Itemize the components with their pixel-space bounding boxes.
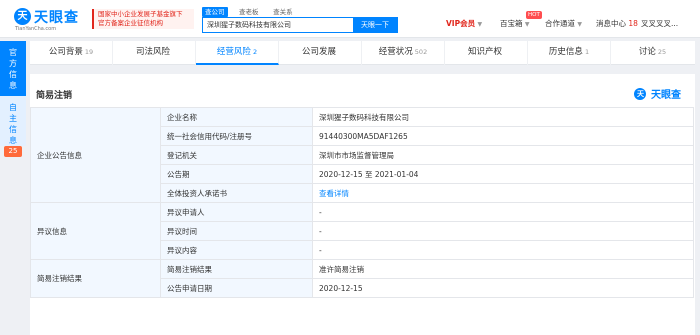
view-details-link[interactable]: 查看详情 [319,189,349,198]
chevron-down-icon: ▼ [524,21,530,28]
message-count: 18 [628,19,638,28]
row-label: 全体投资人承诺书 [160,183,313,203]
row-value: 2020-12-15 至 2021-01-04 [312,164,694,184]
row-label: 简易注销结果 [160,259,313,279]
row-value: 准许简易注销 [312,259,694,279]
row-value: 91440300MA5DAF1265 [312,126,694,146]
group-label-result: 简易注销结果 [30,259,161,298]
row-value: 深圳猩子数码科技有限公司 [312,107,694,127]
tab-count: 502 [414,48,428,56]
message-center-label: 消息中心 [596,19,626,28]
group-label-objection: 异议信息 [30,202,161,260]
search-tab-company[interactable]: 查公司 [202,7,228,17]
row-label: 异议内容 [160,240,313,260]
row-value: 深圳市市场监督管理局 [312,145,694,165]
promo-line-1: 国家中小企业发展子基金旗下 [98,10,183,18]
panel-title: 简易注销 [36,91,73,101]
tab-company-development[interactable]: 公司发展 [279,41,362,65]
tab-label: 经营风险 [216,47,251,57]
deregistration-table: 企业公告信息 企业名称 深圳猩子数码科技有限公司 统一社会信用代码/注册号 91… [30,107,694,298]
row-value-cell: 查看详情 [312,183,694,203]
row-label: 公告期 [160,164,313,184]
logo-text: 天眼查 [34,10,79,26]
self-info-label: 自主信息 [9,103,17,145]
top-header: 天 天眼查 TianYanCha.com 国家中小企业发展子基金旗下 官方备案企… [0,0,700,38]
tianyancha-watermark: 天 天眼查 [634,86,681,101]
logo-eye-icon: 天 [14,8,31,25]
table-row: 简易注销结果 简易注销结果 准许简易注销 [30,259,694,298]
tianyancha-logo[interactable]: 天 天眼查 TianYanCha.com [14,7,88,32]
vip-label: VIP会员 [446,19,476,28]
row-value: - [312,221,694,241]
cooperation-label: 合作通道 [545,19,575,28]
user-menu[interactable]: 叉叉叉叉... [641,17,678,31]
tab-count: 1 [584,48,590,56]
tab-label: 历史信息 [548,47,583,57]
row-label: 登记机关 [160,145,313,165]
cooperation-link[interactable]: 合作通道 ▼ [545,17,582,31]
tab-label: 司法风险 [135,47,170,57]
row-label: 统一社会信用代码/注册号 [160,126,313,146]
group-label-announcement: 企业公告信息 [30,107,161,203]
watermark-text: 天眼查 [651,90,681,101]
logo-domain: TianYanCha.com [15,26,57,32]
row-label: 异议申请人 [160,202,313,222]
tab-count: 2 [252,48,258,56]
row-value: - [312,240,694,260]
promo-line-2: 官方备案企业征信机构 [98,19,163,27]
tab-label: 公司背景 [48,47,83,57]
tab-company-background[interactable]: 公司背景 19 [30,41,113,65]
tab-intellectual-property[interactable]: 知识产权 [445,41,528,65]
search-box: 天眼一下 [202,17,398,33]
search-tab-relation[interactable]: 查关系 [270,7,296,17]
search-input[interactable] [203,18,353,32]
tab-label: 经营状况 [378,47,413,57]
tab-label: 公司发展 [301,47,336,57]
row-label: 异议时间 [160,221,313,241]
self-info-tab[interactable]: 自主信息 [0,96,26,146]
tab-count: 19 [84,48,94,56]
chevron-down-icon: ▼ [577,21,583,28]
watermark-eye-icon: 天 [634,87,647,100]
search-button[interactable]: 天眼一下 [353,18,397,32]
tab-history[interactable]: 历史信息 1 [528,41,611,65]
tab-count: 25 [657,48,667,56]
message-center-link[interactable]: 消息中心 18 [596,17,638,31]
row-label: 公告申请日期 [160,278,313,298]
official-info-tab[interactable]: 官方信息 [0,41,26,96]
official-info-label: 官方信息 [9,48,17,90]
table-row: 企业公告信息 企业名称 深圳猩子数码科技有限公司 [30,107,694,203]
chevron-down-icon: ▼ [477,21,483,28]
tab-judicial-risk[interactable]: 司法风险 [113,41,196,65]
row-value: 2020-12-15 [312,278,694,298]
user-name: 叉叉叉叉... [641,19,679,28]
tab-discussion[interactable]: 讨论 25 [611,41,694,65]
baibaoxiang-label: 百宝箱 [500,19,523,28]
category-tab-bar: 公司背景 19 司法风险 经营风险 2 公司发展 经营状况 502 知识产权 历史信息… [30,41,695,65]
tab-operating-status[interactable]: 经营状况 502 [362,41,445,65]
search-type-tabs: 查公司 查老板 查关系 [202,7,302,17]
tab-label: 讨论 [638,47,656,57]
tab-label: 知识产权 [467,47,502,57]
promo-banner[interactable]: 国家中小企业发展子基金旗下 官方备案企业征信机构 [92,9,194,29]
tab-operating-risk[interactable]: 经营风险 2 [196,41,279,65]
row-value: - [312,202,694,222]
simple-deregistration-panel: 简易注销 天 天眼查 企业公告信息 企业名称 深圳猩子数码科技有限公司 统一社会… [30,74,695,335]
self-info-count-badge: 25 [4,146,22,157]
search-tab-boss[interactable]: 查老板 [236,7,262,17]
vip-link[interactable]: VIP会员 ▼ [446,17,482,31]
baibaoxiang-link[interactable]: 百宝箱 ▼ [500,17,530,31]
row-label: 企业名称 [160,107,313,127]
table-row: 异议信息 异议申请人 - [30,202,694,260]
